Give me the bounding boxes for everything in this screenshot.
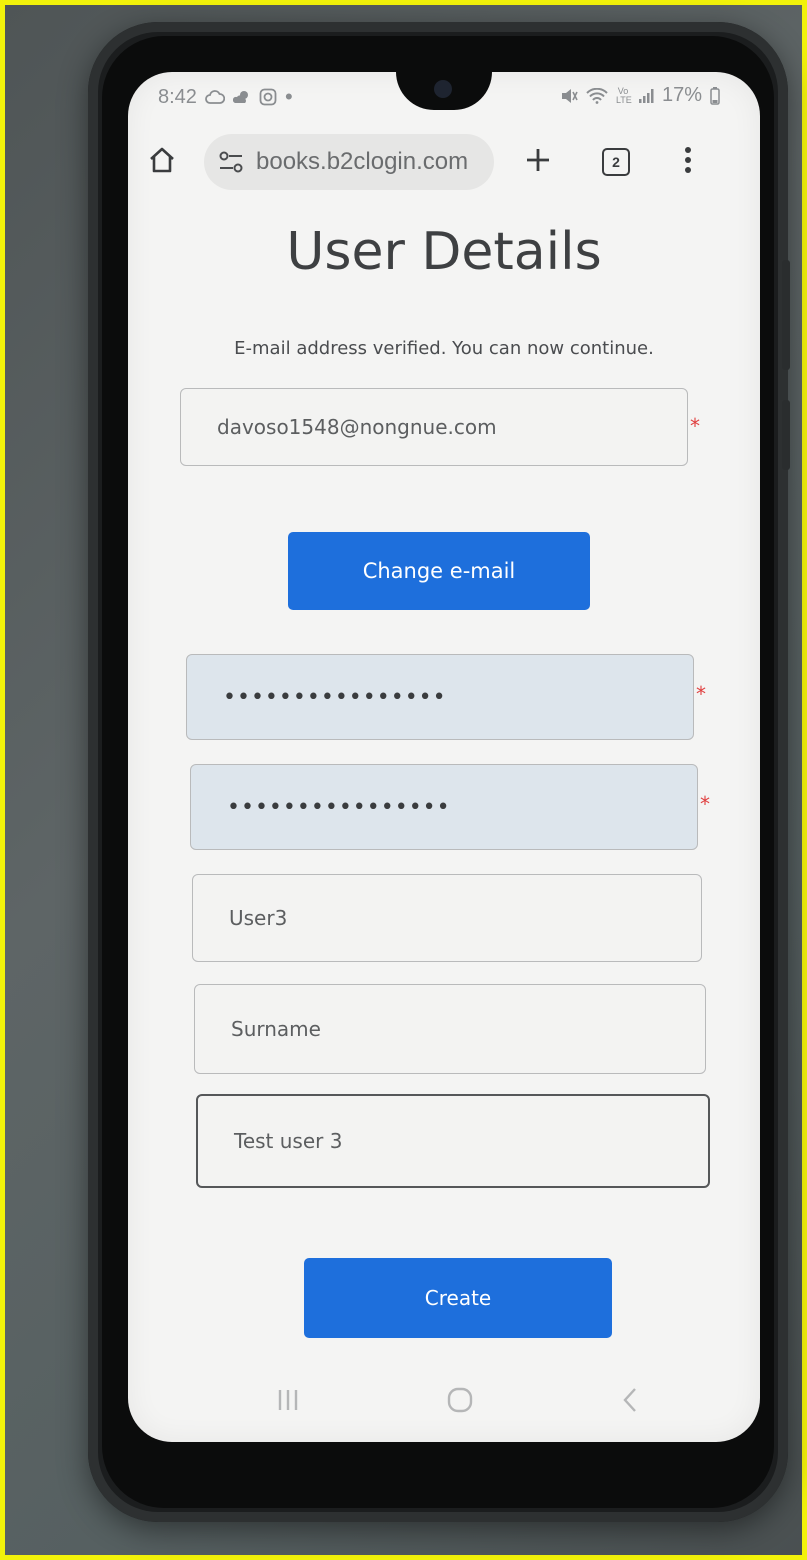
volte-icon: Vo LTE: [615, 85, 632, 105]
new-password-value: ••••••••••••••••: [223, 684, 447, 710]
wifi-icon: [586, 87, 608, 104]
page-title: User Details: [286, 222, 602, 282]
dot-icon: •: [284, 84, 293, 109]
given-name-value: User3: [229, 906, 288, 930]
new-password-field[interactable]: ••••••••••••••••: [186, 654, 694, 740]
phone-volume-button: [782, 260, 790, 370]
change-email-button[interactable]: Change e-mail: [288, 532, 590, 610]
cloud-icon: [205, 90, 225, 104]
more-vert-icon: [685, 147, 691, 173]
mute-icon: [561, 88, 578, 103]
weather-icon: [232, 91, 248, 103]
confirm-password-required-marker: *: [700, 792, 710, 816]
address-bar[interactable]: books.b2clogin.com: [204, 134, 494, 190]
new-password-required-marker: *: [696, 682, 706, 706]
recents-button[interactable]: [268, 1380, 308, 1420]
confirm-password-value: ••••••••••••••••: [227, 794, 451, 820]
phone-screen: 8:42 • Vo LTE 17% books.b2clogin.com 2 U…: [128, 72, 760, 1442]
home-circle-icon: [447, 1387, 473, 1413]
create-button[interactable]: Create: [304, 1258, 612, 1338]
tab-switcher-button[interactable]: 2: [602, 148, 630, 176]
site-settings-icon[interactable]: [218, 150, 244, 174]
home-nav-button[interactable]: [440, 1380, 480, 1420]
user-details-page: User Details E-mail address verified. Yo…: [128, 196, 760, 1366]
email-required-marker: *: [690, 414, 700, 438]
email-field[interactable]: davoso1548@nongnue.com: [180, 388, 688, 466]
instagram-icon: [259, 88, 277, 106]
confirm-password-field[interactable]: ••••••••••••••••: [190, 764, 698, 850]
display-name-value: Test user 3: [234, 1129, 343, 1153]
back-icon: [623, 1388, 636, 1412]
surname-field[interactable]: Surname: [194, 984, 706, 1074]
battery-percent: 17%: [661, 84, 702, 106]
plus-icon: [527, 149, 549, 171]
system-nav-bar: [128, 1366, 760, 1442]
back-button[interactable]: [610, 1380, 650, 1420]
phone-power-button: [782, 400, 790, 470]
home-button[interactable]: [142, 140, 182, 180]
display-name-field[interactable]: Test user 3: [196, 1094, 710, 1188]
battery-icon: [710, 86, 720, 105]
surname-placeholder: Surname: [231, 1017, 321, 1041]
url-text: books.b2clogin.com: [256, 148, 469, 175]
email-value: davoso1548@nongnue.com: [217, 415, 497, 439]
browser-toolbar: books.b2clogin.com 2: [128, 128, 760, 196]
given-name-field[interactable]: User3: [192, 874, 702, 962]
status-time: 8:42: [158, 85, 197, 108]
menu-button[interactable]: [668, 140, 708, 180]
home-icon: [150, 147, 174, 173]
front-camera: [434, 80, 452, 98]
signal-icon: [638, 88, 654, 103]
new-tab-button[interactable]: [518, 140, 558, 180]
recents-icon: [278, 1390, 298, 1410]
verified-message: E-mail address verified. You can now con…: [234, 338, 654, 359]
